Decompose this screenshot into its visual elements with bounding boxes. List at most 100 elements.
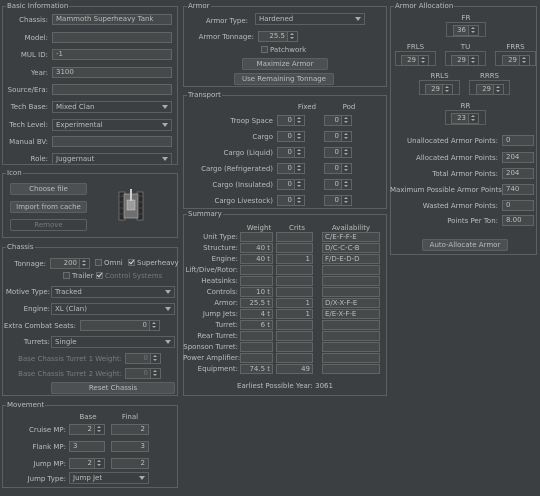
turret1-weight-value: 0 (143, 354, 148, 362)
model-field[interactable] (52, 32, 172, 43)
manualbv-field[interactable] (52, 136, 172, 147)
motive-select[interactable]: Tracked (51, 286, 175, 298)
techbase-select[interactable]: Mixed Clan (52, 101, 172, 113)
turret1-weight-spinner[interactable]: 0 (125, 353, 161, 364)
remove-icon-button[interactable]: Remove (10, 219, 87, 231)
movement-base-header: Base (79, 413, 97, 421)
rrls-label: RRLS (430, 72, 449, 80)
turrets-value: Single (55, 338, 77, 346)
transport-fixed-spinner[interactable]: 0 (277, 163, 305, 174)
maximize-armor-button[interactable]: Maximize Armor (242, 58, 328, 70)
spinner-arrows-icon[interactable] (149, 321, 159, 330)
transport-pod-spinner[interactable]: 0 (324, 147, 352, 158)
armor-title: Armor (187, 2, 211, 10)
transport-fixed-spinner[interactable]: 0 (277, 131, 305, 142)
turrets-select[interactable]: Single (51, 336, 175, 348)
frls-armor-spinner[interactable]: 29 (401, 55, 429, 66)
spinner-arrows-icon[interactable] (493, 85, 503, 94)
summary-availability-cell: D/C-C-C-B (322, 243, 380, 253)
transport-pod-spinner[interactable]: 0 (324, 195, 352, 206)
spinner-arrows-icon[interactable] (150, 369, 160, 378)
spinner-arrows-icon[interactable] (294, 180, 304, 189)
omni-checkbox[interactable]: Omni (95, 259, 123, 267)
role-select[interactable]: Juggernaut (52, 153, 172, 165)
summary-weight-cell (240, 331, 273, 341)
use-remaining-tonnage-button[interactable]: Use Remaining Tonnage (234, 73, 334, 85)
cruise-base-spinner[interactable]: 2 (69, 424, 105, 435)
transport-pod-spinner[interactable]: 0 (324, 115, 352, 126)
source-field[interactable] (52, 84, 172, 95)
spinner-arrows-icon[interactable] (418, 56, 428, 65)
jump-base-spinner[interactable]: 2 (69, 458, 105, 469)
spinner-arrows-icon[interactable] (468, 114, 478, 123)
rr-armor-spinner[interactable]: 23 (451, 113, 479, 124)
turret2-weight-label: Base Chassis Turret 2 Weight: (18, 370, 122, 378)
spinner-arrows-icon[interactable] (79, 259, 89, 268)
spinner-arrows-icon[interactable] (94, 459, 104, 468)
tonnage-spinner[interactable]: 200 (50, 258, 90, 269)
spinner-arrows-icon[interactable] (341, 132, 351, 141)
spinner-arrows-icon[interactable] (519, 56, 529, 65)
transport-fixed-spinner[interactable]: 0 (277, 147, 305, 158)
turret2-weight-spinner[interactable]: 0 (125, 368, 161, 379)
transport-pod-spinner[interactable]: 0 (324, 163, 352, 174)
spinner-arrows-icon[interactable] (341, 116, 351, 125)
transport-fixed-spinner[interactable]: 0 (277, 195, 305, 206)
spinner-arrows-icon[interactable] (341, 164, 351, 173)
jumptype-select[interactable]: Jump Jet (69, 472, 149, 484)
summary-weight-cell (240, 353, 273, 363)
spinner-arrows-icon[interactable] (150, 354, 160, 363)
spinner-arrows-icon[interactable] (341, 148, 351, 157)
spinner-arrows-icon[interactable] (341, 196, 351, 205)
transport-pod-value: 0 (334, 164, 339, 172)
choose-file-button[interactable]: Choose file (10, 183, 87, 195)
armor-tonnage-spinner[interactable]: 25.5 (258, 31, 298, 42)
trailer-checkbox[interactable]: Trailer (63, 272, 94, 280)
transport-fixed-spinner[interactable]: 0 (277, 115, 305, 126)
armor-type-label: Armor Type: (205, 17, 248, 25)
armor-type-select[interactable]: Hardened (255, 13, 365, 25)
summary-crits-cell (276, 353, 313, 363)
spinner-arrows-icon[interactable] (341, 180, 351, 189)
rrls-armor-spinner[interactable]: 29 (425, 84, 453, 95)
tu-armor-spinner[interactable]: 29 (451, 55, 479, 66)
summary-crits-cell (276, 331, 313, 341)
auto-allocate-armor-button[interactable]: Auto-Allocate Armor (422, 239, 508, 251)
rrrs-armor-spinner[interactable]: 29 (476, 84, 504, 95)
chassis-field[interactable]: Mammoth Superheavy Tank (52, 14, 172, 25)
seats-spinner[interactable]: 0 (80, 320, 160, 331)
spinner-arrows-icon[interactable] (294, 116, 304, 125)
spinner-arrows-icon[interactable] (294, 164, 304, 173)
spinner-arrows-icon[interactable] (287, 32, 297, 41)
engine-select[interactable]: XL (Clan) (51, 303, 175, 315)
summary-availability-cell (322, 276, 380, 286)
patchwork-checkbox[interactable]: Patchwork (261, 46, 306, 54)
control-systems-checkbox[interactable]: Control Systems (96, 272, 162, 280)
spinner-arrows-icon[interactable] (294, 196, 304, 205)
max-armor-label: Maximum Possible Armor Points: (390, 186, 505, 194)
summary-availability-cell: E/E-X-F-E (322, 309, 380, 319)
fr-armor-spinner[interactable]: 36 (453, 25, 479, 36)
techlevel-select[interactable]: Experimental (52, 119, 172, 131)
year-field[interactable]: 3100 (52, 67, 172, 78)
spinner-arrows-icon[interactable] (468, 56, 478, 65)
spinner-arrows-icon[interactable] (468, 26, 478, 35)
transport-row-label: Cargo Livestock) (214, 197, 274, 205)
wasted-armor-value: 0 (502, 200, 534, 211)
frls-label: FRLS (406, 43, 425, 51)
spinner-arrows-icon[interactable] (442, 85, 452, 94)
reset-chassis-button[interactable]: Reset Chassis (51, 382, 175, 394)
transport-fixed-spinner[interactable]: 0 (277, 179, 305, 190)
transport-pod-spinner[interactable]: 0 (324, 179, 352, 190)
mulid-field[interactable]: -1 (52, 49, 172, 60)
transport-pod-spinner[interactable]: 0 (324, 131, 352, 142)
spinner-arrows-icon[interactable] (294, 148, 304, 157)
spinner-arrows-icon[interactable] (294, 132, 304, 141)
spinner-arrows-icon[interactable] (94, 425, 104, 434)
chevron-down-icon (162, 105, 168, 109)
summary-availability-cell (322, 342, 380, 352)
summary-weight-cell (240, 265, 273, 275)
superheavy-checkbox[interactable]: Superheavy (128, 259, 179, 267)
frrs-armor-spinner[interactable]: 29 (502, 55, 530, 66)
import-from-cache-button[interactable]: Import from cache (10, 201, 87, 213)
